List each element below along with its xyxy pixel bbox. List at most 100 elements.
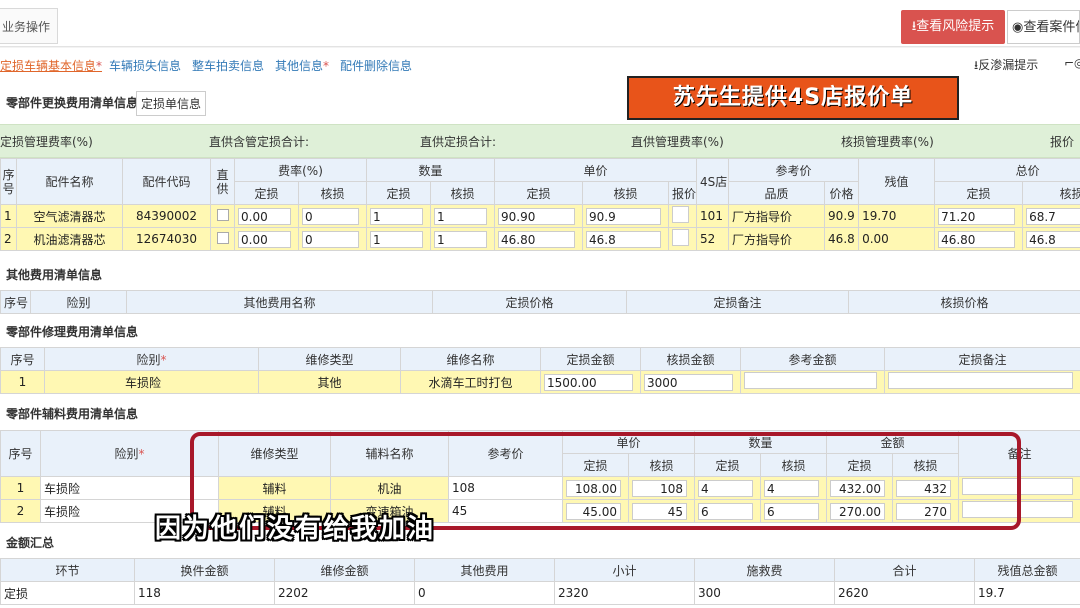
qty-verify-input[interactable]: 1: [434, 207, 488, 225]
view-case-button[interactable]: ◉查看案件信: [1007, 10, 1080, 44]
col-assess-remark: 定损备注: [884, 347, 1080, 371]
amount-summary-title: 金额汇总: [6, 536, 55, 550]
col-insurance-label: 险别: [136, 352, 161, 367]
total-assess-input[interactable]: 71.20: [938, 207, 1016, 225]
ref-price: 46.8: [824, 227, 860, 251]
total-verify-input[interactable]: 68.7: [1026, 207, 1080, 225]
subcol-quality: 品质: [728, 181, 826, 205]
direct-checkbox[interactable]: [216, 231, 229, 244]
col-insurance: 险别: [30, 290, 127, 314]
verify-amount-input[interactable]: 3000: [644, 373, 733, 391]
ref-amount-input[interactable]: [744, 372, 877, 389]
col-ref-amount: 参考金额: [740, 347, 885, 371]
price-verify-input[interactable]: 90.9: [586, 207, 662, 225]
subcol-assess: 定损: [934, 181, 1024, 205]
col-assess-amount: 定损金额: [540, 347, 641, 371]
video-subtitle: 因为他们没有给我加油: [155, 514, 436, 544]
tab-vehicle-loss[interactable]: 车辆损失信息: [109, 57, 181, 74]
residual-total-value: 19.7: [974, 581, 1080, 605]
anti-leak-button[interactable]: ⭳反渗漏提示: [974, 56, 1038, 77]
col-other-fees: 其他费用: [414, 558, 555, 582]
rate-verify-input[interactable]: 0: [302, 230, 359, 248]
repair-name[interactable]: 水滴车工时打包: [400, 370, 541, 394]
subtotal-value: 2320: [554, 581, 695, 605]
row-seq: 1: [0, 370, 45, 394]
quote-rate-label: 报价: [1050, 135, 1075, 149]
col-residual-total: 残值总金额: [974, 558, 1080, 582]
assess-sheet-button[interactable]: 定损单信息: [136, 91, 207, 116]
parts-table: 序号 配件名称 配件代码 直供 费率(%) 数量 单价 4S店 参考价 残值 总…: [0, 158, 1080, 251]
tab-label: 其他信息: [275, 59, 324, 73]
row-seq: 1: [0, 476, 41, 500]
view-risk-button[interactable]: ⭳查看风险提示: [901, 10, 1005, 44]
col-seq: 序号: [0, 430, 41, 477]
glasses-icon[interactable]: ⌐◎: [1064, 56, 1080, 70]
row-seq: 2: [0, 499, 41, 523]
price-verify-input[interactable]: 46.8: [586, 230, 662, 248]
qty-verify-input[interactable]: 1: [434, 230, 488, 248]
col-residual: 残值: [858, 158, 936, 205]
col-fee-rate: 费率(%): [234, 158, 367, 182]
price-assess-input[interactable]: 46.80: [498, 230, 576, 248]
qty-assess-input[interactable]: 1: [370, 207, 423, 225]
rescue-fee-value: 300: [694, 581, 835, 605]
repair-amount-value: 2202: [274, 581, 415, 605]
repair-section-title: 零部件修理费用清单信息: [6, 325, 139, 339]
overlay-banner: 苏先生提供4S店报价单: [627, 76, 959, 120]
tab-other-info[interactable]: 其他信息*: [275, 57, 329, 74]
subcol-assess: 定损: [366, 181, 431, 205]
col-insurance: 险别*: [44, 347, 259, 371]
insurance-type[interactable]: 车损险: [44, 370, 259, 394]
rate-assess-input[interactable]: 0.00: [238, 230, 291, 248]
view-case-label: 查看案件信: [1023, 20, 1079, 35]
quote-input[interactable]: [672, 206, 690, 223]
direct-mgmt-rate-label: 直供管理费率(%): [631, 135, 724, 149]
col-assess-price: 定损价格: [432, 290, 627, 314]
col-rescue-fee: 施救费: [694, 558, 835, 582]
col-unit-price: 单价: [494, 158, 698, 182]
col-part-code: 配件代码: [122, 158, 211, 205]
price-assess-input[interactable]: 90.90: [498, 207, 576, 225]
col-total: 合计: [834, 558, 975, 582]
aux-section-title: 零部件辅料费用清单信息: [6, 407, 139, 421]
col-insurance-label: 险别: [114, 447, 139, 461]
quote-input[interactable]: [672, 229, 690, 246]
workspace-tab[interactable]: 业务操作区: [0, 8, 58, 70]
qty-assess-input[interactable]: 1: [370, 230, 423, 248]
other-fees-value: 0: [414, 581, 555, 605]
col-seq: 序号: [0, 290, 31, 314]
col-repair-amount: 维修金额: [274, 558, 415, 582]
assess-remark-input[interactable]: [888, 372, 1073, 389]
repair-table: 序号 险别* 维修类型 维修名称 定损金额 核损金额 参考金额 定损备注 1 车…: [0, 347, 1080, 394]
total-value: 2620: [834, 581, 975, 605]
tab-vehicle-basic[interactable]: 定损车辆基本信息*: [0, 57, 102, 74]
col-parts-amount: 换件金额: [134, 558, 275, 582]
ref-quality: 厂方指导价: [728, 204, 826, 228]
amount-summary-table: 环节 换件金额 维修金额 其他费用 小计 施救费 合计 残值总金额 定损 118…: [0, 558, 1080, 605]
direct-checkbox[interactable]: [216, 208, 229, 221]
table-row: 1 空气滤清器芯 84390002 0.00 0 1 1 90.90 90.9 …: [0, 204, 1080, 228]
total-assess-input[interactable]: 46.80: [938, 230, 1016, 248]
ref-price: 90.9: [824, 204, 860, 228]
rate-verify-input[interactable]: 0: [302, 207, 359, 225]
tab-auction[interactable]: 整车拍卖信息: [192, 57, 264, 74]
part-code: 12674030: [122, 227, 211, 251]
col-repair-name: 维修名称: [400, 347, 541, 371]
rate-assess-input[interactable]: 0.00: [238, 207, 291, 225]
tab-parts-deleted[interactable]: 配件删除信息: [340, 57, 412, 74]
assess-amount-input[interactable]: 1500.00: [544, 373, 633, 391]
col-stage: 环节: [0, 558, 135, 582]
part-code: 84390002: [122, 204, 211, 228]
table-row: 2 机油滤清器芯 12674030 0.00 0 1 1 46.80 46.8 …: [0, 227, 1080, 251]
total-verify-input[interactable]: 46.8: [1026, 230, 1080, 248]
col-qty: 数量: [365, 158, 496, 182]
part-name: 空气滤清器芯: [16, 204, 123, 228]
residual-value: 0.00: [858, 227, 936, 251]
col-4s-shop: 4S店: [696, 158, 730, 205]
other-fees-table: 序号 险别 其他费用名称 定损价格 定损备注 核损价格: [0, 290, 1080, 314]
parts-amount-value: 118: [134, 581, 275, 605]
eye-icon: ◉: [1012, 20, 1024, 35]
tab-label: 定损车辆基本信息: [0, 59, 97, 73]
repair-type[interactable]: 其他: [258, 370, 401, 394]
part-name: 机油滤清器芯: [16, 227, 123, 251]
